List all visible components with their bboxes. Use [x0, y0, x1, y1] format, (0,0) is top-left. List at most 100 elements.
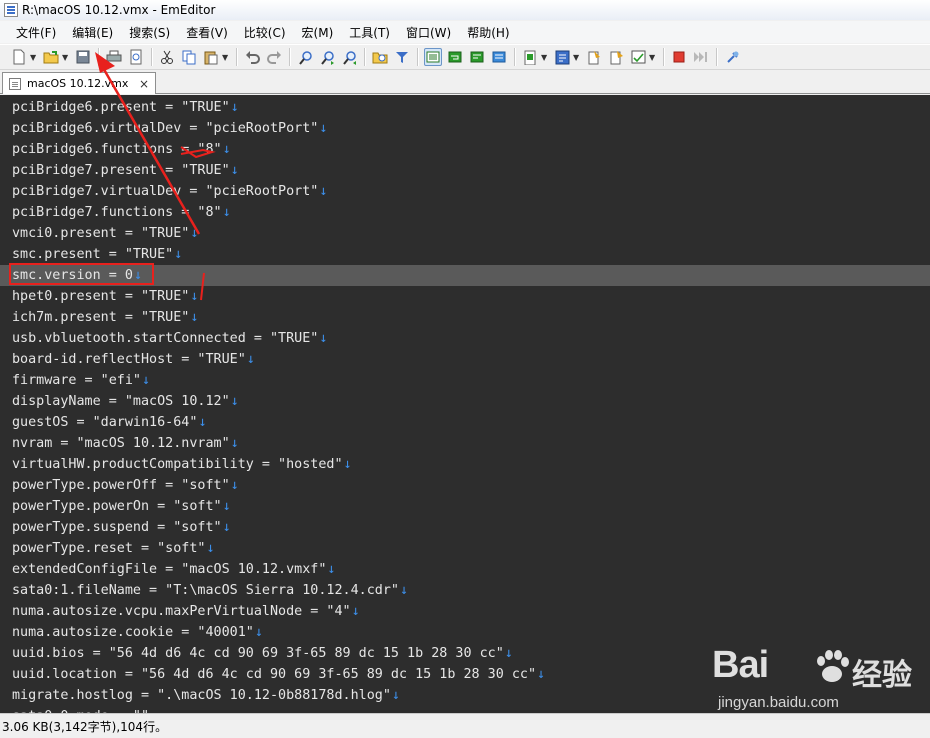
editor-line[interactable]: numa.autosize.vcpu.maxPerVirtualNode = "…: [0, 601, 930, 622]
line-text: pciBridge6.virtualDev = "pcieRootPort": [12, 121, 319, 136]
menu-view[interactable]: 查看(V): [178, 22, 236, 43]
filter-icon[interactable]: [393, 48, 411, 66]
menu-help[interactable]: 帮助(H): [459, 22, 517, 43]
plugins-icon[interactable]: [723, 48, 741, 66]
line-break-marker-icon: ↓: [246, 352, 255, 367]
status-text: 3.06 KB(3,142字节),104行。: [2, 719, 168, 734]
editor-line[interactable]: nvram = "macOS 10.12.nvram"↓: [0, 433, 930, 454]
menu-window[interactable]: 窗口(W): [398, 22, 459, 43]
run-macro-icon[interactable]: [692, 48, 710, 66]
editor-line[interactable]: guestOS = "darwin16-64"↓: [0, 412, 930, 433]
menu-file[interactable]: 文件(F): [8, 22, 64, 43]
line-text: extendedConfigFile = "macOS 10.12.vmxf": [12, 562, 327, 577]
toolbar-separator: [514, 48, 515, 66]
new-file-dropdown-icon[interactable]: ▼: [30, 53, 38, 62]
find-in-files-icon[interactable]: [371, 48, 389, 66]
stop-macro-icon[interactable]: [670, 48, 688, 66]
open-file-icon[interactable]: [42, 48, 60, 66]
text-editor[interactable]: pciBridge6.present = "TRUE"↓ pciBridge6.v…: [0, 95, 930, 713]
menu-tools[interactable]: 工具(T): [341, 22, 398, 43]
editor-line[interactable]: sata0:0.mode = "": [0, 706, 930, 713]
editor-line[interactable]: firmware = "efi"↓: [0, 370, 930, 391]
menu-edit[interactable]: 编辑(E): [64, 22, 121, 43]
encoding-icon[interactable]: [553, 48, 571, 66]
line-break-marker-icon: ↓: [222, 142, 231, 157]
validation-icon[interactable]: [629, 48, 647, 66]
line-text: board-id.reflectHost = "TRUE": [12, 352, 246, 367]
line-break-marker-icon: ↓: [319, 121, 328, 136]
toolbar-separator: [98, 48, 99, 66]
editor-line[interactable]: numa.autosize.cookie = "40001"↓: [0, 622, 930, 643]
editor-line[interactable]: pciBridge7.functions = "8"↓: [0, 202, 930, 223]
open-file-dropdown-icon[interactable]: ▼: [62, 53, 70, 62]
editor-line[interactable]: extendedConfigFile = "macOS 10.12.vmxf"↓: [0, 559, 930, 580]
print-icon[interactable]: [105, 48, 123, 66]
editor-line[interactable]: smc.present = "TRUE"↓: [0, 244, 930, 265]
wrap-by-window-icon[interactable]: [446, 48, 464, 66]
menu-search[interactable]: 搜索(S): [121, 22, 178, 43]
find-icon[interactable]: [296, 48, 314, 66]
editor-line[interactable]: pciBridge7.present = "TRUE"↓: [0, 160, 930, 181]
new-file-icon[interactable]: [10, 48, 28, 66]
line-break-marker-icon: ↓: [222, 205, 231, 220]
close-icon[interactable]: ×: [137, 77, 151, 91]
encoding-dropdown-icon[interactable]: ▼: [573, 53, 581, 62]
wrap-by-page-icon[interactable]: [490, 48, 508, 66]
line-text: migrate.hostlog = ".\macOS 10.12-0b88178…: [12, 688, 391, 703]
markers-icon[interactable]: [585, 48, 603, 66]
line-text: pciBridge6.functions = "8": [12, 142, 222, 157]
find-previous-icon[interactable]: [340, 48, 358, 66]
editor-line[interactable]: virtualHW.productCompatibility = "hosted…: [0, 454, 930, 475]
line-text: pciBridge7.functions = "8": [12, 205, 222, 220]
find-next-icon[interactable]: [318, 48, 336, 66]
editor-line[interactable]: powerType.reset = "soft"↓: [0, 538, 930, 559]
editor-line[interactable]: board-id.reflectHost = "TRUE"↓: [0, 349, 930, 370]
editor-line[interactable]: usb.vbluetooth.startConnected = "TRUE"↓: [0, 328, 930, 349]
copy-icon[interactable]: [180, 48, 198, 66]
editor-line[interactable]: pciBridge6.virtualDev = "pcieRootPort"↓: [0, 118, 930, 139]
editor-line[interactable]: pciBridge6.functions = "8"↓: [0, 139, 930, 160]
editor-line[interactable]: uuid.bios = "56 4d d6 4c cd 90 69 3f-65 …: [0, 643, 930, 664]
status-bar: 3.06 KB(3,142字节),104行。: [0, 713, 930, 738]
editor-line[interactable]: displayName = "macOS 10.12"↓: [0, 391, 930, 412]
word-wrap-icon[interactable]: [424, 48, 442, 66]
editor-line[interactable]: pciBridge6.present = "TRUE"↓: [0, 97, 930, 118]
highlight-icon[interactable]: [607, 48, 625, 66]
save-icon[interactable]: [74, 48, 92, 66]
paste-icon[interactable]: [202, 48, 220, 66]
print-preview-icon[interactable]: [127, 48, 145, 66]
menu-compare[interactable]: 比较(C): [236, 22, 294, 43]
toolbar-separator: [663, 48, 664, 66]
editor-line[interactable]: migrate.hostlog = ".\macOS 10.12-0b88178…: [0, 685, 930, 706]
undo-icon[interactable]: [243, 48, 261, 66]
line-text: sata0:1.fileName = "T:\macOS Sierra 10.1…: [12, 583, 399, 598]
validation-dropdown-icon[interactable]: ▼: [649, 53, 657, 62]
editor-line[interactable]: powerType.powerOn = "soft"↓: [0, 496, 930, 517]
editor-line[interactable]: hpet0.present = "TRUE"↓: [0, 286, 930, 307]
configuration-dropdown-icon[interactable]: ▼: [541, 53, 549, 62]
paste-dropdown-icon[interactable]: ▼: [222, 53, 230, 62]
editor-line[interactable]: powerType.suspend = "soft"↓: [0, 517, 930, 538]
editor-line[interactable]: powerType.powerOff = "soft"↓: [0, 475, 930, 496]
editor-line[interactable]: vmci0.present = "TRUE"↓: [0, 223, 930, 244]
line-text: powerType.powerOff = "soft": [12, 478, 230, 493]
cut-icon[interactable]: [158, 48, 176, 66]
wrap-by-char-icon[interactable]: [468, 48, 486, 66]
editor-line[interactable]: sata0:1.fileName = "T:\macOS Sierra 10.1…: [0, 580, 930, 601]
tab-document[interactable]: macOS 10.12.vmx ×: [2, 72, 156, 94]
editor-line[interactable]: pciBridge7.virtualDev = "pcieRootPort"↓: [0, 181, 930, 202]
editor-line[interactable]: uuid.location = "56 4d d6 4c cd 90 69 3f…: [0, 664, 930, 685]
line-text: powerType.reset = "soft": [12, 541, 206, 556]
line-text: smc.version = 0: [12, 268, 133, 283]
menu-macros[interactable]: 宏(M): [294, 22, 342, 43]
editor-line[interactable]: ich7m.present = "TRUE"↓: [0, 307, 930, 328]
line-text: vmci0.present = "TRUE": [12, 226, 190, 241]
redo-icon[interactable]: [265, 48, 283, 66]
configuration-icon[interactable]: [521, 48, 539, 66]
line-break-marker-icon: ↓: [222, 499, 231, 514]
editor-line[interactable]: smc.version = 0↓: [0, 265, 930, 286]
line-text: virtualHW.productCompatibility = "hosted…: [12, 457, 343, 472]
line-break-marker-icon: ↓: [230, 436, 239, 451]
line-break-marker-icon: ↓: [230, 478, 239, 493]
line-break-marker-icon: ↓: [174, 247, 183, 262]
